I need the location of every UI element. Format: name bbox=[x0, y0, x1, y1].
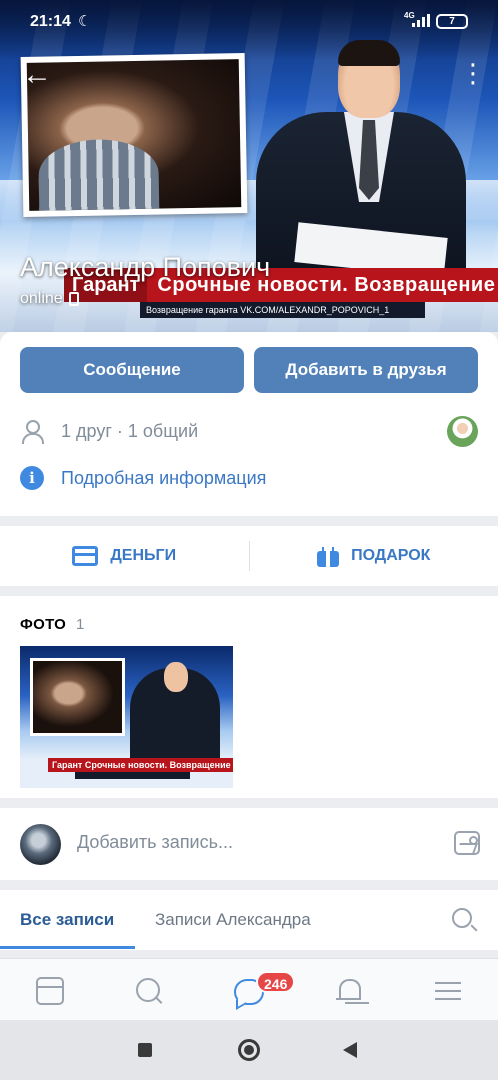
home-icon[interactable] bbox=[238, 1039, 260, 1061]
add-friend-button[interactable]: Добавить в друзья bbox=[254, 347, 478, 393]
gift-icon bbox=[317, 545, 340, 567]
menu-icon[interactable] bbox=[435, 977, 463, 1005]
do-not-disturb-icon: ☾ bbox=[78, 13, 92, 30]
money-button[interactable]: ДЕНЬГИ bbox=[0, 526, 249, 586]
user-icon bbox=[20, 420, 44, 444]
photos-count: 1 bbox=[76, 616, 85, 633]
status-bar: 21:14 ☾ 4G 7 bbox=[0, 0, 498, 44]
bottom-navigation: 246 bbox=[0, 958, 498, 1020]
mobile-phone-icon bbox=[68, 292, 79, 306]
info-icon: i bbox=[20, 466, 44, 490]
more-options-icon[interactable]: ⋮ bbox=[460, 60, 486, 86]
current-user-avatar bbox=[20, 824, 61, 865]
tab-author-posts[interactable]: Записи Александра bbox=[155, 910, 311, 930]
search-tab-icon[interactable] bbox=[135, 977, 163, 1005]
cover-inset-photo bbox=[20, 53, 248, 217]
wall-tabs: Все записи Записи Александра bbox=[0, 890, 498, 950]
detailed-info-label: Подробная информация bbox=[61, 467, 267, 488]
profile-actions-card: Сообщение Добавить в друзья 1 друг · 1 о… bbox=[0, 332, 498, 516]
status-time: 21:14 bbox=[30, 13, 71, 30]
thumb-news-headline: Гарант Срочные новости. Возвращение bbox=[48, 758, 233, 772]
profile-screen: Гарант Срочные новости. Возвращение Возв… bbox=[0, 0, 498, 1080]
profile-cover: Гарант Срочные новости. Возвращение Возв… bbox=[0, 0, 498, 332]
cover-news-subline: Возвращение гаранта VK.COM/ALEXANDR_POPO… bbox=[140, 302, 425, 318]
friends-count: 1 друг · 1 общий bbox=[61, 420, 199, 441]
profile-online-status: online bbox=[20, 290, 79, 308]
quick-actions-card: ДЕНЬГИ ПОДАРОК bbox=[0, 526, 498, 586]
active-tab-indicator bbox=[0, 946, 135, 949]
photo-thumbnail[interactable]: Гарант Срочные новости. Возвращение bbox=[20, 646, 233, 788]
system-navigation-bar bbox=[0, 1020, 498, 1080]
post-composer: Добавить запись... bbox=[0, 808, 498, 880]
notifications-icon[interactable] bbox=[335, 977, 363, 1005]
friends-row[interactable]: 1 друг · 1 общий bbox=[20, 414, 478, 448]
search-icon[interactable] bbox=[452, 908, 472, 928]
system-back-icon[interactable] bbox=[343, 1042, 357, 1058]
online-status-label: online bbox=[20, 290, 63, 307]
money-transfer-icon bbox=[72, 546, 99, 566]
add-post-input[interactable]: Добавить запись... bbox=[77, 832, 233, 853]
gift-button[interactable]: ПОДАРОК bbox=[250, 526, 498, 586]
news-feed-icon[interactable] bbox=[36, 977, 64, 1005]
detailed-info-link[interactable]: i Подробная информация bbox=[20, 466, 266, 490]
gift-label: ПОДАРОК bbox=[351, 547, 431, 564]
back-arrow-icon[interactable]: ← bbox=[22, 60, 52, 90]
messages-badge: 246 bbox=[256, 971, 296, 993]
profile-name: Александр Попович bbox=[20, 252, 271, 282]
recent-apps-icon[interactable] bbox=[138, 1043, 152, 1057]
money-label: ДЕНЬГИ bbox=[110, 547, 177, 564]
battery-icon: 7 bbox=[436, 14, 468, 29]
tab-all-posts[interactable]: Все записи bbox=[20, 910, 114, 930]
cover-news-anchor bbox=[256, 40, 466, 278]
signal-icon bbox=[412, 13, 430, 27]
attach-photo-icon[interactable] bbox=[454, 831, 480, 855]
message-button[interactable]: Сообщение bbox=[20, 347, 244, 393]
mutual-friend-avatar[interactable] bbox=[447, 416, 478, 447]
photos-card: ФОТО 1 Гарант Срочные новости. Возвращен… bbox=[0, 596, 498, 798]
photos-title[interactable]: ФОТО bbox=[20, 616, 66, 633]
